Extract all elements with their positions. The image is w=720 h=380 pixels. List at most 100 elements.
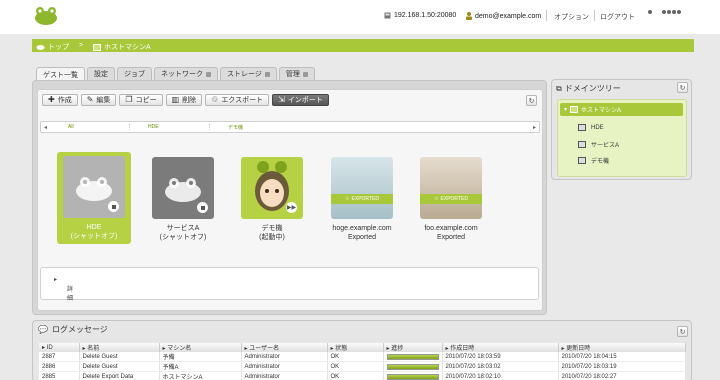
vm-name: hoge.example.com: [332, 225, 392, 232]
vm-card-hde[interactable]: HDE (シャットオフ): [57, 152, 131, 244]
tree-item-service-a[interactable]: サービスA: [578, 140, 619, 149]
detail-toggle[interactable]: ▸ 詳細: [54, 276, 73, 302]
delete-button[interactable]: ▥ 削除: [165, 94, 203, 106]
filter-item[interactable]: All: [50, 124, 130, 130]
tab-admin[interactable]: 管理: [278, 67, 315, 80]
detail-panel[interactable]: ▸ 詳細: [40, 267, 539, 302]
breadcrumb-home[interactable]: トップ: [36, 42, 69, 52]
vm-card-service-a[interactable]: サービスA (シャットオフ): [146, 157, 220, 242]
more-menu-icon[interactable]: [662, 10, 681, 14]
filter-item[interactable]: HDE: [130, 124, 210, 130]
refresh-icon[interactable]: ↻: [526, 95, 537, 106]
column-header[interactable]: ▸ 進捗: [383, 343, 443, 352]
table-cell-name: Delete Guest: [79, 352, 160, 362]
table-cell-state: OK: [327, 361, 384, 372]
breadcrumb-current-label: ホストマシンA: [104, 44, 151, 51]
recycle-icon: ♲: [434, 196, 439, 202]
chat-icon: 💬: [38, 325, 48, 334]
options-link[interactable]: オプション: [554, 12, 589, 22]
stop-icon: [197, 202, 208, 213]
table-row[interactable]: 2885 Delete Export Data ホストマシンA Administrat…: [39, 371, 686, 380]
import-icon: ⇲: [278, 95, 285, 104]
column-header[interactable]: ▸ ユーザー名: [241, 343, 328, 352]
vm-name: HDE: [86, 224, 102, 231]
table-cell-id: 2887: [39, 352, 80, 362]
tab-jobs[interactable]: ジョブ: [117, 67, 152, 80]
tree-item-demo[interactable]: デモ機: [578, 156, 609, 165]
vm-thumbnail: ♲ EXPORTED: [331, 157, 393, 219]
table-row[interactable]: 2887 Delete Guest 予備 Administrator OK 2010/07…: [39, 352, 686, 362]
vm-status: Exported: [347, 234, 377, 241]
table-cell-created: 2010/07/20 18:03:02: [442, 361, 559, 372]
top-bar: 192.168.1.50:20080 demo@example.com オプショ…: [0, 0, 720, 34]
vm-name: サービスA: [166, 225, 200, 232]
tree-root-label: ホストマシンA: [581, 108, 622, 114]
log-title: 💬 ログメッセージ: [38, 324, 108, 335]
column-header[interactable]: ▸ 状態: [327, 343, 384, 352]
recycle-icon: ♲: [345, 196, 350, 202]
edit-button[interactable]: ✎ 編集: [80, 94, 117, 106]
tree-item-hde[interactable]: HDE: [578, 124, 604, 131]
breadcrumb-separator-icon: >: [79, 42, 84, 49]
table-cell-user: Administrator: [241, 361, 328, 372]
table-cell-machine: ホストマシンA: [159, 371, 242, 380]
vm-card-foo[interactable]: ♲ EXPORTED foo.example.com Exported: [414, 157, 488, 242]
refresh-icon[interactable]: ↻: [677, 82, 688, 93]
export-button[interactable]: ♲ エクスポート: [205, 94, 270, 106]
table-cell-machine: 予備: [159, 352, 242, 362]
toolbar: ✚ 作成 ✎ 編集 ❐ コピー ▥ 削除 ♲ エクスポート ⇲ インポート: [42, 94, 329, 106]
vm-status: Exported: [436, 234, 466, 241]
table-cell-name: Delete Guest: [79, 361, 160, 372]
host-address: 192.168.1.50:20080: [394, 12, 457, 19]
arrow-right-icon[interactable]: ▸: [530, 124, 539, 131]
tab-label: ネットワーク: [161, 71, 203, 78]
divider: [546, 10, 547, 21]
trash-icon: ▥: [171, 95, 180, 104]
export-label: エクスポート: [221, 97, 264, 104]
tab-network[interactable]: ネットワーク: [154, 67, 218, 80]
copy-button[interactable]: ❐ コピー: [119, 94, 163, 106]
user-info: demo@example.com: [466, 12, 541, 20]
vm-name: foo.example.com: [424, 225, 478, 232]
column-header[interactable]: ▸ 作成日時: [442, 343, 559, 352]
logout-link[interactable]: ログアウト: [600, 12, 635, 22]
vm-thumbnail: [152, 157, 214, 219]
connection-info: 192.168.1.50:20080: [384, 12, 456, 19]
stop-icon: [108, 201, 119, 212]
domain-tree-title-label: ドメインツリー: [564, 84, 621, 93]
refresh-icon[interactable]: ↻: [677, 326, 688, 337]
import-button[interactable]: ⇲ インポート: [272, 94, 329, 106]
arrow-left-icon[interactable]: ◂: [41, 124, 50, 131]
column-header[interactable]: ▸ ID: [39, 343, 80, 352]
log-table: ▸ ID ▸ 名前 ▸ マシン名 ▸ ユーザー名 ▸ 状態 ▸ 進捗 ▸ 作成日…: [39, 343, 686, 380]
progress-fill: [387, 364, 438, 369]
breadcrumb-current[interactable]: ホストマシンA: [93, 42, 151, 52]
column-header[interactable]: ▸ マシン名: [159, 343, 242, 352]
divider: [594, 10, 595, 21]
breadcrumb-home-label: トップ: [48, 44, 69, 51]
table-cell-state: OK: [327, 352, 384, 362]
tab-settings[interactable]: 設定: [87, 67, 115, 80]
tree-root-host[interactable]: ▾ ホストマシンA: [560, 103, 683, 116]
status-indicator[interactable]: [648, 10, 652, 14]
table-cell-id: 2885: [39, 371, 80, 380]
tab-guest-list[interactable]: ゲスト一覧: [36, 67, 85, 81]
frog-logo-icon[interactable]: [33, 6, 59, 26]
filter-item[interactable]: デモ機: [210, 124, 290, 131]
pencil-icon: ✎: [86, 95, 94, 104]
tab-storage[interactable]: ストレージ: [220, 67, 277, 80]
server-icon: [384, 12, 391, 19]
table-cell-id: 2886: [39, 361, 80, 372]
delete-label: 削除: [182, 97, 197, 104]
tab-label: ジョブ: [124, 71, 145, 78]
create-button[interactable]: ✚ 作成: [42, 94, 78, 106]
vm-card-demo[interactable]: ▶▶ デモ機 (起動中): [235, 157, 309, 242]
tree-item-label: HDE: [591, 124, 604, 131]
collapse-icon[interactable]: ▾: [564, 106, 567, 113]
column-header[interactable]: ▸ 更新日時: [558, 343, 686, 352]
vm-thumbnail: ♲ EXPORTED: [420, 157, 482, 219]
column-header[interactable]: ▸ 名前: [79, 343, 160, 352]
domain-tree-title: ⧉ ドメインツリー: [556, 83, 621, 94]
table-row[interactable]: 2886 Delete Guest 予備A Administrator OK 2010/0…: [39, 361, 686, 372]
vm-card-hoge[interactable]: ♲ EXPORTED hoge.example.com Exported: [325, 157, 399, 242]
